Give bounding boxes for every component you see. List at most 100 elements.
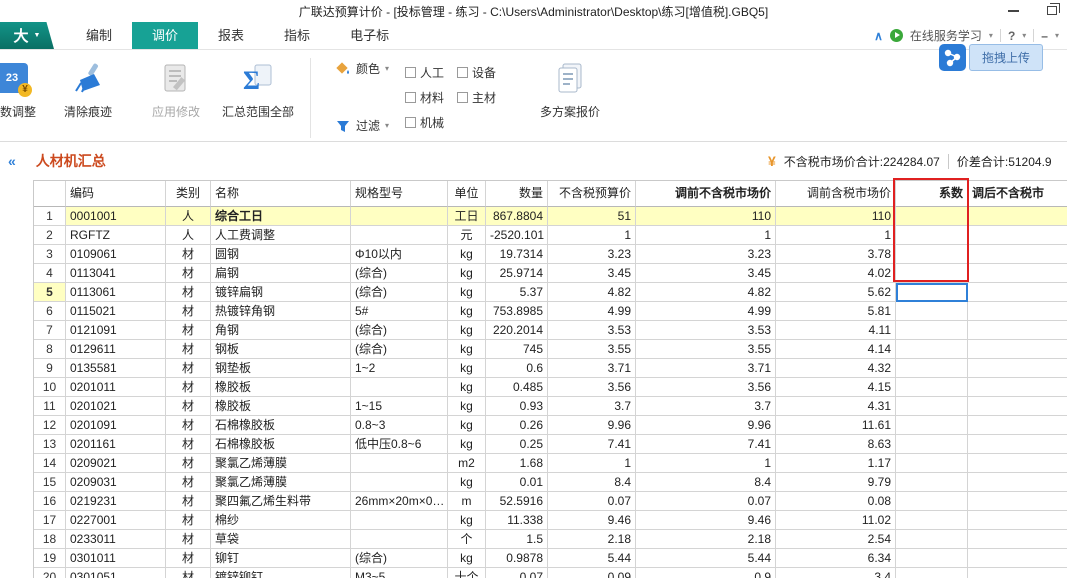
table-row[interactable]: 5 0113061 材镀锌扁钢 (综合) kg 5.37 4.82 4.82 5.62 <box>34 283 1067 302</box>
table-cell[interactable]: 0129611 <box>66 340 166 359</box>
table-cell[interactable]: 7.41 <box>548 435 636 454</box>
table-row[interactable]: 18 0233011 材草袋个 1.5 2.18 2.18 2.54 <box>34 530 1067 549</box>
table-cell[interactable]: 3.71 <box>636 359 776 378</box>
checkbox-equipment[interactable]: 设备 <box>457 64 509 81</box>
minimize-button[interactable] <box>1008 9 1019 12</box>
table-cell[interactable]: 0.9878 <box>486 549 548 568</box>
table-cell[interactable]: 0201161 <box>66 435 166 454</box>
table-cell[interactable]: 1 <box>548 226 636 245</box>
table-cell[interactable]: 1~15 <box>351 397 448 416</box>
table-cell[interactable]: 0113061 <box>66 283 166 302</box>
table-cell[interactable]: 1.68 <box>486 454 548 473</box>
table-cell[interactable]: 3.55 <box>636 340 776 359</box>
row-number-cell[interactable]: 2 <box>34 226 66 245</box>
table-cell[interactable]: kg <box>448 397 486 416</box>
table-cell[interactable]: (综合) <box>351 264 448 283</box>
table-cell[interactable]: 0.08 <box>776 492 896 511</box>
table-cell[interactable]: 材 <box>166 397 211 416</box>
table-row[interactable]: 13 0201161 材石棉橡胶板 低中压0.8~6 kg 0.25 7.41 7.41 8.6… <box>34 435 1067 454</box>
table-cell[interactable] <box>896 321 968 340</box>
table-cell[interactable]: 个 <box>448 530 486 549</box>
restore-button[interactable] <box>1047 3 1060 15</box>
table-cell[interactable]: 11.338 <box>486 511 548 530</box>
row-number-cell[interactable]: 1 <box>34 207 66 226</box>
column-header[interactable]: 系数 <box>896 181 968 207</box>
table-cell[interactable]: 0201091 <box>66 416 166 435</box>
table-cell[interactable]: 材 <box>166 549 211 568</box>
table-cell[interactable] <box>896 473 968 492</box>
table-cell[interactable]: 1.5 <box>486 530 548 549</box>
table-cell[interactable]: 0121091 <box>66 321 166 340</box>
table-cell[interactable]: 0301051 <box>66 568 166 578</box>
table-cell[interactable]: 5.37 <box>486 283 548 302</box>
table-cell[interactable]: 3.45 <box>636 264 776 283</box>
row-number-cell[interactable]: 16 <box>34 492 66 511</box>
table-cell[interactable]: 3.71 <box>548 359 636 378</box>
table-cell[interactable]: 19.7314 <box>486 245 548 264</box>
table-cell[interactable]: 2.18 <box>636 530 776 549</box>
table-cell[interactable]: 3.56 <box>636 378 776 397</box>
table-cell[interactable]: 0.26 <box>486 416 548 435</box>
table-cell[interactable] <box>896 511 968 530</box>
table-cell[interactable]: 角钢 <box>211 321 351 340</box>
table-cell[interactable]: 5.62 <box>776 283 896 302</box>
table-cell[interactable]: 材 <box>166 245 211 264</box>
table-cell[interactable]: 0.07 <box>636 492 776 511</box>
table-cell[interactable]: Φ10以内 <box>351 245 448 264</box>
table-cell[interactable]: 110 <box>776 207 896 226</box>
column-header[interactable]: 单位 <box>448 181 486 207</box>
row-number-cell[interactable]: 6 <box>34 302 66 321</box>
table-cell[interactable]: 5.44 <box>636 549 776 568</box>
table-cell[interactable]: 十个 <box>448 568 486 578</box>
table-row[interactable]: 15 0209031 材聚氯乙烯薄膜 kg 0.01 8.4 8.4 9.79 <box>34 473 1067 492</box>
clear-trace-button[interactable]: 清除痕迹 <box>56 60 120 120</box>
table-cell[interactable] <box>968 454 1067 473</box>
table-cell[interactable]: 材 <box>166 283 211 302</box>
caret-down-icon[interactable]: ▾ <box>385 64 389 73</box>
multi-scheme-button[interactable]: 多方案报价 <box>531 60 609 120</box>
row-number-cell[interactable]: 15 <box>34 473 66 492</box>
table-cell[interactable]: 7.41 <box>636 435 776 454</box>
table-row[interactable]: 7 0121091 材角钢 (综合) kg 220.2014 3.53 3.53 4.11 <box>34 321 1067 340</box>
checkbox-material[interactable]: 材料 <box>405 89 457 106</box>
table-cell[interactable]: 铆钉 <box>211 549 351 568</box>
table-cell[interactable]: 棉纱 <box>211 511 351 530</box>
table-cell[interactable] <box>968 359 1067 378</box>
table-cell[interactable]: 材 <box>166 454 211 473</box>
table-cell[interactable]: 4.82 <box>636 283 776 302</box>
table-cell[interactable]: kg <box>448 283 486 302</box>
table-cell[interactable] <box>896 568 968 578</box>
table-cell[interactable]: 0233011 <box>66 530 166 549</box>
table-cell[interactable]: (综合) <box>351 549 448 568</box>
table-cell[interactable]: 材 <box>166 302 211 321</box>
filter-button[interactable]: 过滤 ▾ <box>335 117 389 134</box>
table-cell[interactable] <box>968 226 1067 245</box>
table-cell[interactable]: kg <box>448 245 486 264</box>
table-cell[interactable] <box>968 549 1067 568</box>
table-cell[interactable]: 0.9 <box>636 568 776 578</box>
table-cell[interactable]: 1 <box>636 226 776 245</box>
table-cell[interactable]: 745 <box>486 340 548 359</box>
row-number-cell[interactable]: 9 <box>34 359 66 378</box>
table-cell[interactable]: 材 <box>166 359 211 378</box>
checkbox-machine[interactable]: 机械 <box>405 114 457 131</box>
table-cell[interactable]: kg <box>448 511 486 530</box>
table-row[interactable]: 3 0109061 材圆钢 Φ10以内 kg 19.7314 3.23 3.23 3.78 <box>34 245 1067 264</box>
table-cell[interactable]: kg <box>448 378 486 397</box>
table-cell[interactable]: 5# <box>351 302 448 321</box>
table-cell[interactable]: -2520.101 <box>486 226 548 245</box>
column-header[interactable]: 不含税预算价 <box>548 181 636 207</box>
table-cell[interactable]: 4.99 <box>548 302 636 321</box>
table-cell[interactable]: 5.44 <box>548 549 636 568</box>
table-cell[interactable] <box>896 435 968 454</box>
table-cell[interactable] <box>896 454 968 473</box>
table-cell[interactable]: 材 <box>166 416 211 435</box>
table-cell[interactable]: 4.99 <box>636 302 776 321</box>
table-cell[interactable]: 3.53 <box>548 321 636 340</box>
table-cell[interactable]: 4.32 <box>776 359 896 378</box>
table-cell[interactable]: 4.11 <box>776 321 896 340</box>
table-cell[interactable]: 8.4 <box>548 473 636 492</box>
table-cell[interactable]: 4.82 <box>548 283 636 302</box>
row-number-cell[interactable]: 5 <box>34 283 66 302</box>
table-cell[interactable]: 9.46 <box>636 511 776 530</box>
